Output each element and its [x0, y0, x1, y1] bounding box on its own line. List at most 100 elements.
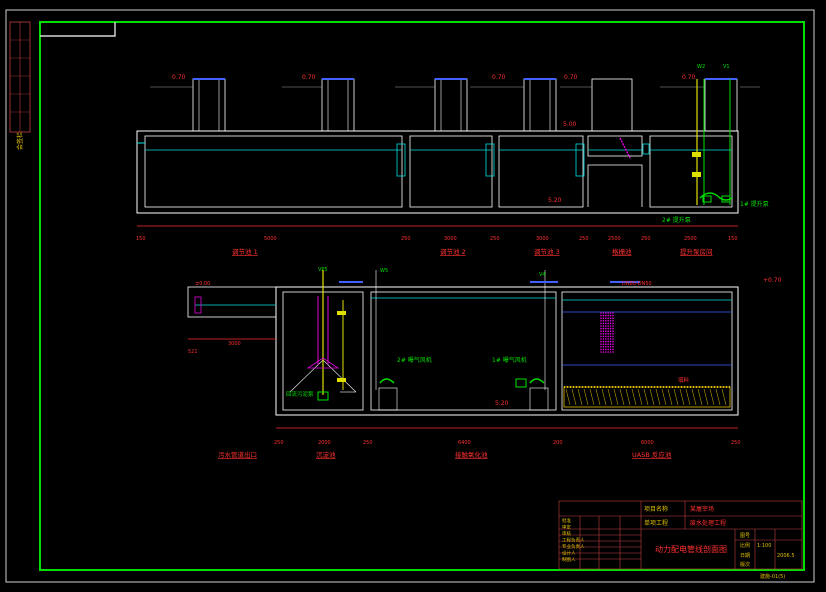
hatch-line: [655, 388, 661, 406]
bottom-section: VP5 W5 V4 DN80-DN50 +0.70 ±0.00 5.20 2# …: [187, 267, 782, 459]
media-dot: [609, 322, 612, 325]
media-dot: [602, 351, 605, 353]
media-dot: [609, 335, 612, 338]
media-dot: [600, 320, 602, 322]
media-dot: [600, 327, 602, 330]
elevation-label: ±0.00: [195, 281, 210, 287]
dimension-label: 150: [728, 236, 738, 242]
media-dot: [600, 340, 602, 343]
media-dot: [600, 335, 602, 338]
hatch-line: [649, 388, 655, 406]
media-dot: [605, 327, 607, 330]
elevation-label: 0.70: [172, 74, 186, 81]
hatch-line: [643, 388, 649, 406]
hatch-line: [589, 388, 595, 406]
media-dot: [609, 330, 612, 333]
elevation-label: 0.70: [564, 74, 578, 81]
project-value: 某屠宰场: [690, 505, 714, 513]
hatch-line: [577, 388, 583, 406]
media-dot: [605, 351, 607, 353]
dimension-label: 3000: [536, 236, 549, 242]
media-dot: [602, 325, 605, 327]
title-field: 版次: [740, 561, 750, 568]
media-dot: [600, 325, 602, 327]
media-dot: [605, 314, 607, 317]
hatch-line: [679, 388, 685, 406]
media-dot: [607, 320, 609, 322]
dimension-label: 2500: [684, 236, 697, 242]
hatch-line: [661, 388, 667, 406]
media-dot: [600, 317, 602, 320]
media-dot: [612, 348, 614, 351]
dimension-label: 3000: [228, 341, 241, 347]
subproject-value: 废水处理工程: [690, 519, 726, 527]
media-dot: [602, 340, 605, 343]
hatch-line: [685, 388, 691, 406]
dimension-label: 2000: [318, 440, 331, 446]
project-label: 项目名称: [644, 505, 668, 513]
tank-label: 调节池 3: [534, 247, 560, 256]
media-dot: [612, 320, 614, 322]
media-dot: [612, 340, 614, 343]
title-value: 1:100: [757, 543, 771, 549]
media-dot: [602, 312, 605, 314]
media-dot: [609, 348, 612, 351]
elevation-label: +0.70: [763, 277, 782, 284]
equipment-label: 1# 曝气风机: [492, 356, 527, 364]
media-dot: [612, 346, 614, 348]
drawing-number: 建施-01(5): [760, 573, 785, 580]
elevation-label: 0.70: [492, 74, 506, 81]
pipe-label: V1: [723, 64, 730, 70]
tank-label: 调节池 1: [232, 247, 258, 256]
media-dot: [602, 346, 605, 348]
media-dot: [605, 322, 607, 325]
sheet-border: [5, 9, 815, 583]
media-dot: [612, 335, 614, 338]
top-section: 0.70 0.70 0.70 0.70 0.70 5.00 5.20 W2 V1…: [136, 64, 769, 256]
tank-label: 调节池 2: [440, 247, 466, 256]
tank-label: 提升泵房间: [680, 247, 713, 256]
media-dot: [612, 338, 614, 340]
media-dot: [607, 312, 609, 314]
media-dot: [607, 333, 609, 335]
media-dot: [605, 340, 607, 343]
tank-label: 格栅池: [612, 247, 632, 256]
media-dot: [609, 343, 612, 346]
title-field: 比例: [740, 542, 750, 549]
corner-box: [40, 22, 116, 37]
media-dot: [602, 338, 605, 340]
media-dot: [609, 333, 612, 335]
media-dot: [609, 314, 612, 317]
equipment-label: 回流污泥泵: [286, 390, 314, 398]
hatch-line: [721, 388, 727, 406]
media-dot: [607, 325, 609, 327]
subproject-label: 单项工程: [644, 519, 668, 527]
media-dot: [605, 330, 607, 333]
media-dot: [602, 317, 605, 320]
dimension-label: 250: [401, 236, 411, 242]
dimension-label: 250: [363, 440, 373, 446]
media-dot: [605, 335, 607, 338]
hatch-line: [697, 388, 703, 406]
media-dot: [605, 317, 607, 320]
hatch-line: [619, 388, 625, 406]
media-dot: [602, 333, 605, 335]
title-role: 专业负责人: [562, 543, 585, 550]
tank-label: 污水管道出口: [218, 450, 257, 459]
media-dot: [607, 330, 609, 333]
hatch-line: [637, 388, 643, 406]
media-dot: [602, 335, 605, 338]
dimension-label: 250: [579, 236, 589, 242]
dimension-label: 5000: [264, 236, 277, 242]
elevation-label: 5.00: [563, 121, 577, 128]
media-dot: [605, 325, 607, 327]
equipment-label: 2# 曝气风机: [397, 356, 432, 364]
dimension-label: 2500: [608, 236, 621, 242]
dimension-label: 3000: [444, 236, 457, 242]
cad-drawing: 会签栏 0.70 0.70 0.70 0.70 0.70 5.00 5.20 W…: [5, 9, 815, 583]
hatch-line: [595, 388, 601, 406]
dimension-label: 6400: [458, 440, 471, 446]
media-dot: [602, 327, 605, 330]
media-dot: [600, 338, 602, 340]
hatch-line: [673, 388, 679, 406]
